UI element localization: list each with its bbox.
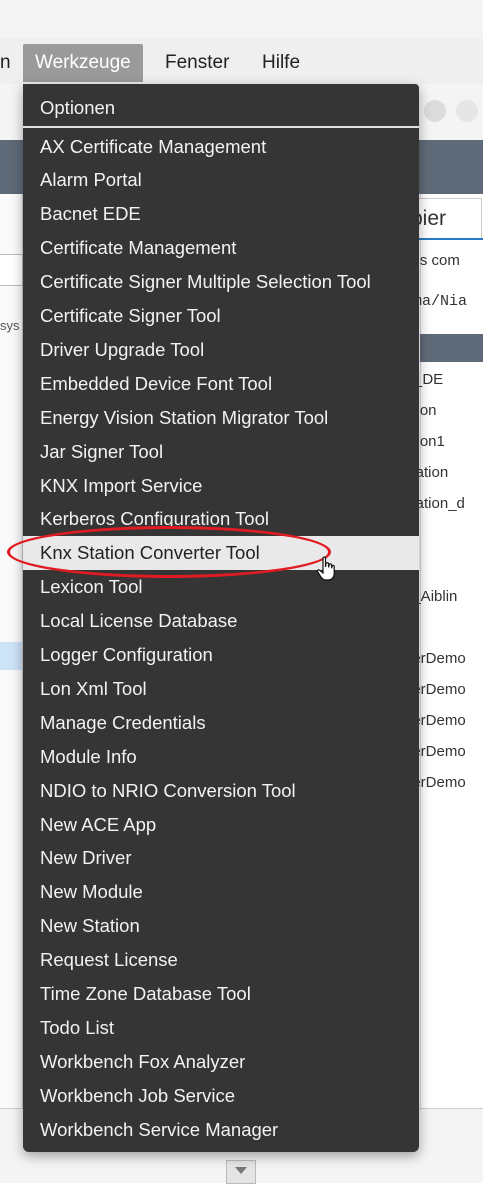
nav-input[interactable] — [0, 254, 23, 286]
nav-tree-item[interactable]: sys — [0, 318, 20, 333]
menu-item-bacnet-ede[interactable]: Bacnet EDE — [23, 197, 419, 231]
add-icon[interactable] — [424, 100, 446, 122]
menu-item-workbench-service-manager[interactable]: Workbench Service Manager — [23, 1113, 419, 1147]
menu-item-todo-list[interactable]: Todo List — [23, 1011, 419, 1045]
menu-item-workbench-fox-analyzer[interactable]: Workbench Fox Analyzer — [23, 1045, 419, 1079]
toolbar-icon[interactable] — [456, 100, 478, 122]
menu-item-knx-station-converter-tool[interactable]: Knx Station Converter Tool — [23, 536, 419, 571]
dropdown-arrow-icon[interactable] — [226, 1160, 256, 1184]
menu-separator — [23, 126, 419, 128]
menu-item-certificate-signer-multiple-selection-tool[interactable]: Certificate Signer Multiple Selection To… — [23, 265, 419, 299]
menu-item-certificate-signer-tool[interactable]: Certificate Signer Tool — [23, 299, 419, 333]
menu-item-knx-import-service[interactable]: KNX Import Service — [23, 469, 419, 503]
menu-item-logger-configuration[interactable]: Logger Configuration — [23, 638, 419, 672]
menu-item-embedded-device-font-tool[interactable]: Embedded Device Font Tool — [23, 367, 419, 401]
menu-item-jar-signer-tool[interactable]: Jar Signer Tool — [23, 435, 419, 469]
menu-item-lexicon-tool[interactable]: Lexicon Tool — [23, 570, 419, 604]
menu-item-ndio-to-nrio-conversion-tool[interactable]: NDIO to NRIO Conversion Tool — [23, 774, 419, 808]
menu-item-new-driver[interactable]: New Driver — [23, 841, 419, 875]
menu-file[interactable]: n — [0, 44, 23, 82]
menu-item-ax-certificate-management[interactable]: AX Certificate Management — [23, 130, 419, 164]
menu-item-manage-credentials[interactable]: Manage Credentials — [23, 706, 419, 740]
menu-item-lon-xml-tool[interactable]: Lon Xml Tool — [23, 672, 419, 706]
werkzeuge-menu: Optionen AX Certificate Management Alarm … — [23, 84, 419, 1152]
hand-cursor-icon — [316, 556, 335, 581]
table-header — [420, 334, 483, 362]
menu-item-new-module[interactable]: New Module — [23, 875, 419, 909]
menu-item-alarm-portal[interactable]: Alarm Portal — [23, 163, 419, 197]
menu-item-time-zone-database-tool[interactable]: Time Zone Database Tool — [23, 977, 419, 1011]
menu-werkzeuge[interactable]: Werkzeuge — [23, 44, 143, 82]
menu-item-module-info[interactable]: Module Info — [23, 740, 419, 774]
menu-item-request-license[interactable]: Request License — [23, 943, 419, 977]
menu-fenster[interactable]: Fenster — [153, 44, 241, 82]
menu-item-driver-upgrade-tool[interactable]: Driver Upgrade Tool — [23, 333, 419, 367]
menu-item-certificate-management[interactable]: Certificate Management — [23, 231, 419, 265]
menu-item-optionen[interactable]: Optionen — [23, 91, 419, 125]
menu-item-new-station[interactable]: New Station — [23, 909, 419, 943]
menu-item-new-ace-app[interactable]: New ACE App — [23, 808, 419, 842]
menu-item-workbench-job-service[interactable]: Workbench Job Service — [23, 1079, 419, 1113]
title-strip — [0, 0, 483, 38]
menu-item-kerberos-configuration-tool[interactable]: Kerberos Configuration Tool — [23, 502, 419, 536]
menu-hilfe[interactable]: Hilfe — [250, 44, 312, 82]
menu-item-local-license-database[interactable]: Local License Database — [23, 604, 419, 638]
menu-item-energy-vision-station-migrator-tool[interactable]: Energy Vision Station Migrator Tool — [23, 401, 419, 435]
nav-selected-row[interactable] — [0, 642, 22, 670]
